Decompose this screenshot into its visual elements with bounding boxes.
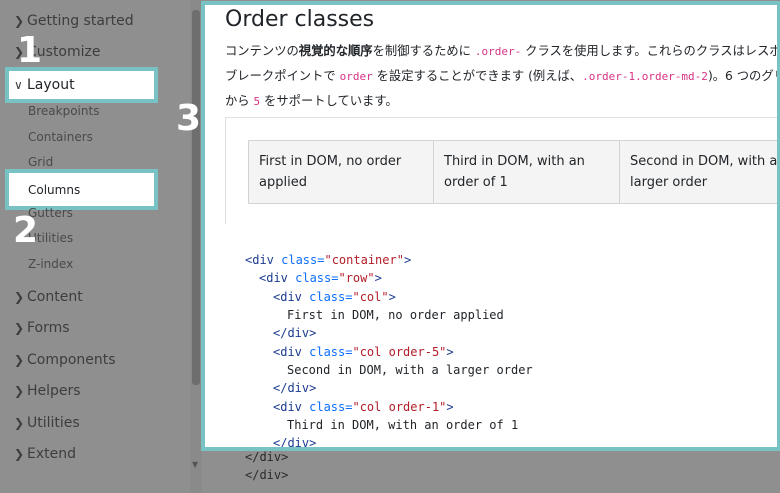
sidebar-scrollbar-thumb[interactable] [192, 10, 200, 385]
chevron-right-icon: ❯ [14, 353, 25, 367]
code-line: Third in DOM, with an order of 1 [287, 418, 519, 432]
sidebar-subitem-columns[interactable]: Columns [28, 180, 80, 200]
sidebar-item-helpers[interactable]: ❯ Helpers [14, 380, 81, 402]
example-col: Second in DOM, with a larger order [620, 140, 777, 204]
sidebar-item-utilities[interactable]: ❯ Utilities [14, 412, 80, 434]
code-line-dim: </div> [245, 468, 289, 482]
code-line: <div class="col order-5"> [273, 345, 454, 359]
step-number-3: 3 [176, 98, 202, 139]
highlight-main-content: Order classes コンテンツの視覚的な順序を制御するために .orde… [201, 1, 780, 451]
sidebar-item-getting-started[interactable]: ❯ Getting started [14, 10, 134, 32]
chevron-right-icon: ❯ [14, 321, 25, 335]
code-line: Second in DOM, with a larger order [287, 363, 533, 377]
chevron-right-icon: ❯ [14, 384, 25, 398]
code-line: <div class="row"> [259, 271, 382, 285]
para-line-3: から 5 をサポートしています。 [225, 94, 398, 108]
sidebar-subitem-breakpoints[interactable]: Breakpoints [28, 101, 99, 121]
sidebar-item-extend[interactable]: ❯ Extend [14, 443, 76, 465]
sidebar-item-forms[interactable]: ❯ Forms [14, 317, 70, 339]
para-line-1: コンテンツの視覚的な順序を制御するために .order- クラスを使用します。こ… [225, 44, 780, 58]
scroll-down-icon[interactable]: ▼ [192, 460, 198, 469]
example-row: First in DOM, no order applied Third in … [248, 140, 777, 204]
sidebar-item-content[interactable]: ❯ Content [14, 286, 83, 308]
code-line: </div> [273, 326, 317, 340]
code-line: </div> [273, 436, 317, 450]
highlight-layout: ∨ Layout [5, 67, 158, 103]
step-number-1: 1 [17, 30, 43, 71]
code-block: <div class="container"> <div class="row"… [225, 224, 777, 450]
code-line: <div class="col order-1"> [273, 400, 454, 414]
code-line: First in DOM, no order applied [287, 308, 504, 322]
step-number-2: 2 [13, 210, 39, 251]
example-box: First in DOM, no order applied Third in … [225, 117, 777, 225]
description-paragraph: コンテンツの視覚的な順序を制御するために .order- クラスを使用します。こ… [225, 39, 780, 114]
example-col: Third in DOM, with an order of 1 [434, 140, 620, 204]
chevron-down-icon: ∨ [14, 78, 23, 92]
sidebar-item-components[interactable]: ❯ Components [14, 349, 116, 371]
page-title: Order classes [225, 7, 375, 32]
chevron-right-icon: ❯ [14, 14, 25, 28]
code-line: <div class="container"> [245, 253, 412, 267]
sidebar-subitem-containers[interactable]: Containers [28, 127, 93, 147]
code-line: </div> [273, 381, 317, 395]
sidebar-subitem-z-index[interactable]: Z-index [28, 254, 73, 274]
chevron-right-icon: ❯ [14, 416, 25, 430]
code-line: <div class="col"> [273, 290, 396, 304]
chevron-right-icon: ❯ [14, 290, 25, 304]
chevron-right-icon: ❯ [14, 447, 25, 461]
example-col: First in DOM, no order applied [248, 140, 434, 204]
para-line-2: ブレークポイントで order を設定することができます (例えば、.order… [225, 69, 777, 83]
sidebar-item-layout[interactable]: ∨ Layout [14, 74, 75, 96]
